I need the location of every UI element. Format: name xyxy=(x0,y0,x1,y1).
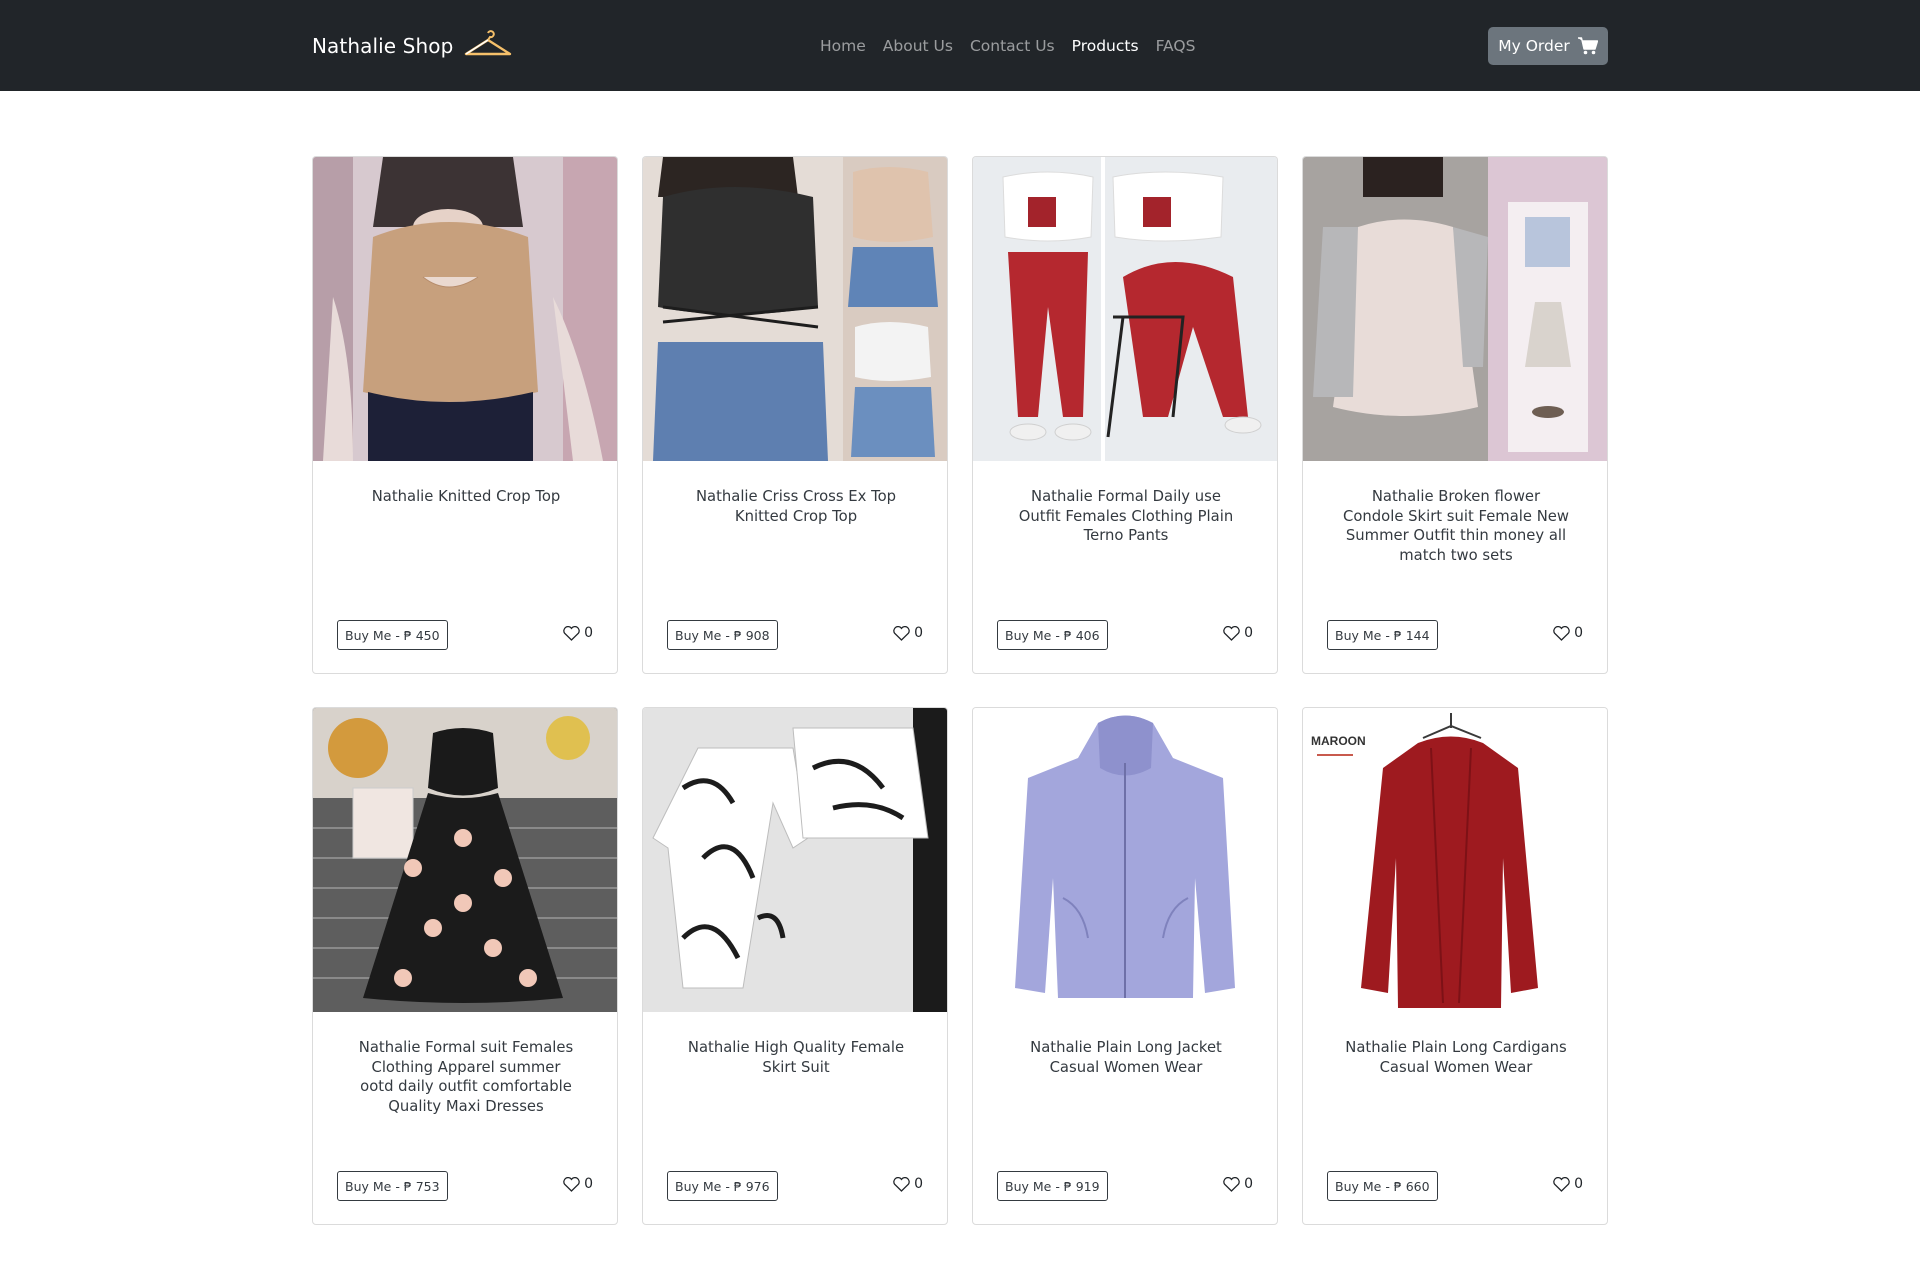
product-card: MAROON Nathalie Plain Long Cardigans Cas… xyxy=(1302,707,1608,1225)
like-count: 0 xyxy=(914,1176,923,1192)
product-image[interactable]: MAROON xyxy=(1303,708,1607,1012)
buy-button[interactable]: Buy Me - ₱ 753 xyxy=(337,1171,448,1201)
nav-link-about-us[interactable]: About Us xyxy=(883,37,953,55)
buy-button[interactable]: Buy Me - ₱ 406 xyxy=(997,620,1108,650)
product-card: Nathalie Formal Daily use Outfit Females… xyxy=(972,156,1278,674)
product-card: Nathalie Criss Cross Ex Top Knitted Crop… xyxy=(642,156,948,674)
product-title: Nathalie Criss Cross Ex Top Knitted Crop… xyxy=(695,488,897,525)
like-control: 0 xyxy=(563,1173,593,1195)
buy-button[interactable]: Buy Me - ₱ 450 xyxy=(337,620,448,650)
like-count: 0 xyxy=(1244,1176,1253,1192)
heart-icon[interactable] xyxy=(563,1176,580,1192)
product-card: Nathalie High Quality Female Skirt Suit … xyxy=(642,707,948,1225)
product-title: Nathalie Formal suit Females Clothing Ap… xyxy=(358,1039,574,1115)
product-title: Nathalie Plain Long Jacket Casual Women … xyxy=(1030,1039,1222,1076)
buy-button[interactable]: Buy Me - ₱ 660 xyxy=(1327,1171,1438,1201)
product-image[interactable] xyxy=(973,157,1277,461)
product-title: Nathalie Broken flower Condole Skirt sui… xyxy=(1343,488,1569,564)
my-order-label: My Order xyxy=(1498,37,1570,55)
buy-button[interactable]: Buy Me - ₱ 144 xyxy=(1327,620,1438,650)
like-count: 0 xyxy=(584,625,593,641)
buy-button[interactable]: Buy Me - ₱ 908 xyxy=(667,620,778,650)
product-card: Nathalie Plain Long Jacket Casual Women … xyxy=(972,707,1278,1225)
nav-link-contact-us[interactable]: Contact Us xyxy=(970,37,1055,55)
like-count: 0 xyxy=(1244,625,1253,641)
like-control: 0 xyxy=(1223,622,1253,644)
product-title: Nathalie High Quality Female Skirt Suit xyxy=(687,1039,905,1076)
product-image[interactable] xyxy=(643,708,947,1012)
nav-link-products[interactable]: Products xyxy=(1072,37,1139,55)
product-card: Nathalie Broken flower Condole Skirt sui… xyxy=(1302,156,1608,674)
product-image[interactable] xyxy=(313,708,617,1012)
cart-icon xyxy=(1577,37,1598,55)
product-card: Nathalie Knitted Crop Top Buy Me - ₱ 450… xyxy=(312,156,618,674)
heart-icon[interactable] xyxy=(1553,1176,1570,1192)
nav-links: Home About Us Contact Us Products FAQS xyxy=(820,34,1195,58)
buy-button[interactable]: Buy Me - ₱ 919 xyxy=(997,1171,1108,1201)
like-control: 0 xyxy=(1223,1173,1253,1195)
hanger-icon xyxy=(465,30,512,56)
navbar: Nathalie Shop Home About Us Contact Us P… xyxy=(0,0,1920,91)
like-count: 0 xyxy=(1574,625,1583,641)
like-control: 0 xyxy=(1553,622,1583,644)
product-title: Nathalie Knitted Crop Top xyxy=(371,488,561,505)
like-count: 0 xyxy=(584,1176,593,1192)
like-count: 0 xyxy=(914,625,923,641)
like-count: 0 xyxy=(1574,1176,1583,1192)
like-control: 0 xyxy=(893,622,923,644)
like-control: 0 xyxy=(893,1173,923,1195)
product-image[interactable] xyxy=(643,157,947,461)
brand-name[interactable]: Nathalie Shop xyxy=(312,34,453,58)
heart-icon[interactable] xyxy=(1553,625,1570,641)
like-control: 0 xyxy=(1553,1173,1583,1195)
heart-icon[interactable] xyxy=(893,1176,910,1192)
my-order-button[interactable]: My Order xyxy=(1488,27,1608,65)
product-title: Nathalie Formal Daily use Outfit Females… xyxy=(1018,488,1234,544)
nav-link-faqs[interactable]: FAQS xyxy=(1156,37,1196,55)
heart-icon[interactable] xyxy=(893,625,910,641)
product-title: Nathalie Plain Long Cardigans Casual Wom… xyxy=(1345,1039,1567,1076)
heart-icon[interactable] xyxy=(1223,1176,1240,1192)
product-image[interactable] xyxy=(973,708,1277,1012)
maroon-label: MAROON xyxy=(1311,734,1366,748)
product-image[interactable] xyxy=(313,157,617,461)
brand[interactable]: Nathalie Shop xyxy=(312,27,513,65)
buy-button[interactable]: Buy Me - ₱ 976 xyxy=(667,1171,778,1201)
heart-icon[interactable] xyxy=(563,625,580,641)
like-control: 0 xyxy=(563,622,593,644)
product-grid: Nathalie Knitted Crop Top Buy Me - ₱ 450… xyxy=(312,156,1608,1225)
product-card: Nathalie Formal suit Females Clothing Ap… xyxy=(312,707,618,1225)
nav-link-home[interactable]: Home xyxy=(820,37,866,55)
heart-icon[interactable] xyxy=(1223,625,1240,641)
product-image[interactable] xyxy=(1303,157,1607,461)
